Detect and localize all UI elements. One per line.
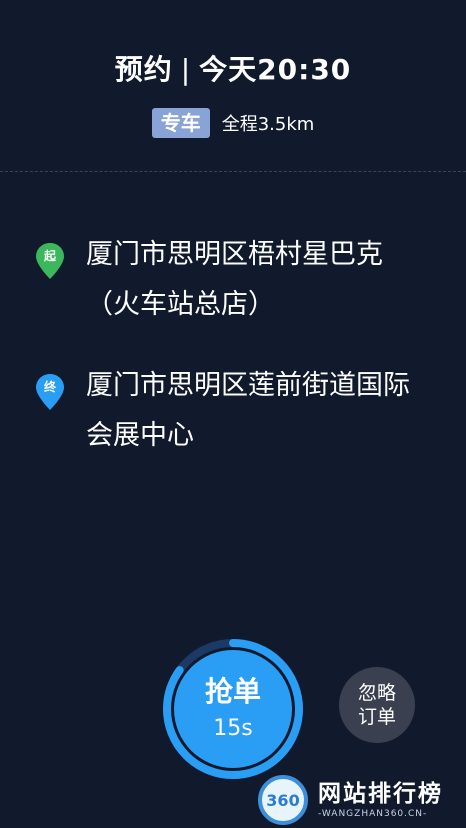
grab-countdown: 15s <box>213 716 253 741</box>
order-screen: 预约 | 今天20:30 专车 全程3.5km 起 厦门市思明区梧村星巴克（火车站总… <box>0 0 466 828</box>
end-pin-icon: 终 <box>35 373 65 411</box>
watermark-logo-icon: 360 <box>258 775 308 825</box>
watermark-text: 网站排行榜 -WANGZHAN360.CN- <box>318 780 443 820</box>
start-address: 厦门市思明区梧村星巴克（火车站总店） <box>86 239 383 320</box>
grab-order-label: 抢单 <box>204 675 261 708</box>
watermark-name: 网站排行榜 <box>318 781 443 807</box>
watermark: 360 网站排行榜 -WANGZHAN360.CN- <box>258 772 466 828</box>
order-meta: 专车 全程3.5km <box>0 108 466 138</box>
end-pin-label: 终 <box>43 380 56 394</box>
title-separator: | <box>180 53 192 86</box>
grab-order-button[interactable]: 抢单 15s <box>174 650 292 768</box>
ignore-label-line2: 订单 <box>357 706 396 728</box>
order-time: 今天20:30 <box>199 53 352 86</box>
ignore-label-line1: 忽略 <box>357 682 396 704</box>
dashed-divider <box>0 171 466 172</box>
trip-distance: 全程3.5km <box>221 114 315 135</box>
order-title: 预约 | 今天20:30 <box>0 50 466 90</box>
start-pin-label: 起 <box>43 249 56 263</box>
end-address: 厦门市思明区莲前街道国际会展中心 <box>86 370 410 451</box>
watermark-logo-text: 360 <box>266 790 300 810</box>
order-type: 预约 <box>114 53 173 86</box>
start-pin-icon: 起 <box>35 242 65 280</box>
watermark-url: -WANGZHAN360.CN- <box>318 809 428 819</box>
ignore-order-button[interactable]: 忽略 订单 <box>339 667 415 743</box>
car-type-badge: 专车 <box>151 108 210 138</box>
order-header: 预约 | 今天20:30 专车 全程3.5km <box>0 50 466 138</box>
